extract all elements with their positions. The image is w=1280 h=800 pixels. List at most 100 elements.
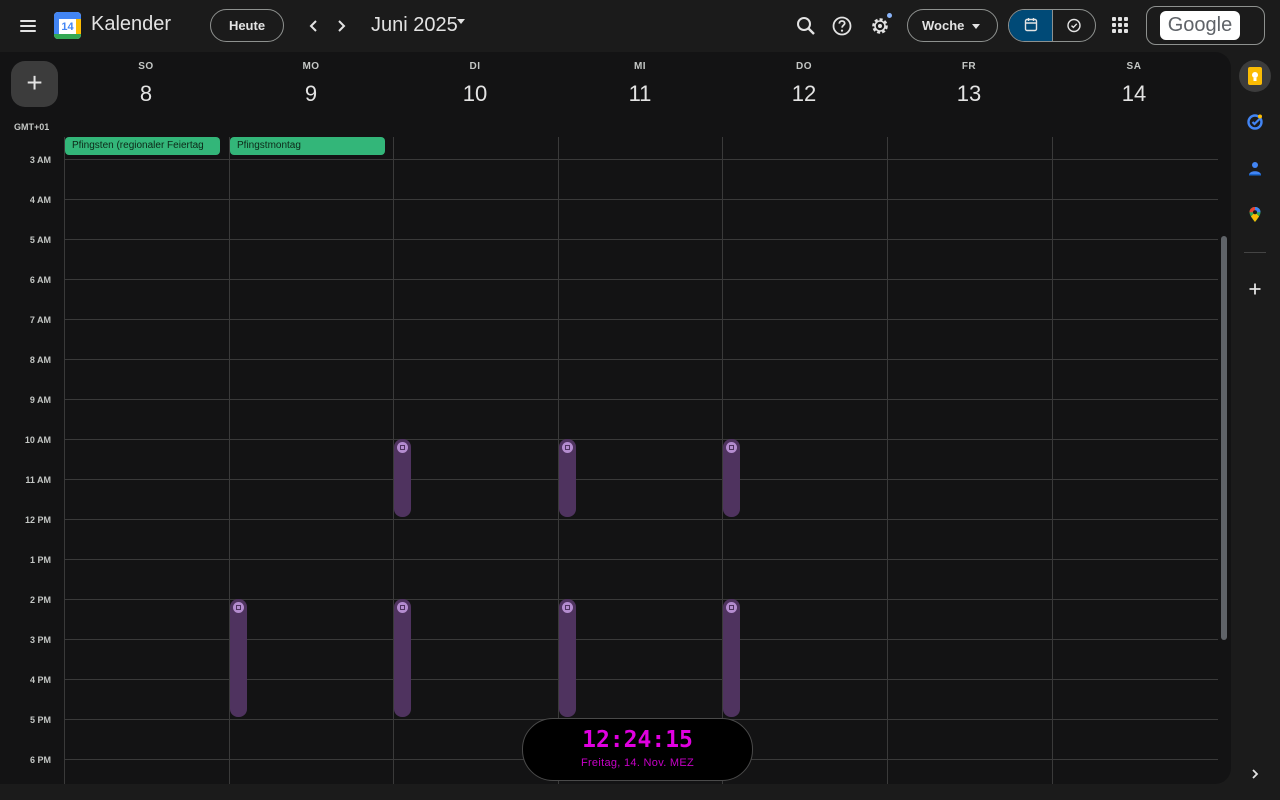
keep-icon	[1248, 67, 1262, 85]
calendar-event[interactable]	[394, 599, 411, 717]
bottom-strip	[0, 784, 1231, 800]
calendar-logo-icon: 14	[54, 12, 81, 39]
calendar-view-icon	[1024, 18, 1038, 32]
day-header[interactable]: MO 9	[229, 52, 393, 122]
hour-gridline	[64, 519, 1218, 520]
clock-time: 12:24:15	[582, 727, 693, 753]
day-header[interactable]: SO 8	[64, 52, 228, 122]
hour-gridline	[64, 359, 1218, 360]
menu-icon[interactable]	[16, 14, 40, 38]
day-column-divider	[64, 137, 65, 784]
tasks-button[interactable]	[1239, 106, 1271, 138]
hour-label: 7 AM	[29, 315, 51, 325]
contacts-button[interactable]	[1239, 153, 1271, 185]
keep-button[interactable]	[1239, 60, 1271, 92]
day-number[interactable]: 14	[1052, 81, 1216, 107]
day-number[interactable]: 12	[722, 81, 886, 107]
calendar-view-button[interactable]	[1009, 10, 1053, 41]
chevron-left-icon	[309, 20, 317, 32]
contacts-icon	[1249, 162, 1261, 176]
month-dropdown-icon[interactable]	[457, 19, 465, 24]
event-type-icon	[233, 602, 244, 613]
chevron-right-icon	[1252, 769, 1259, 779]
day-number[interactable]: 13	[887, 81, 1051, 107]
hour-label: 6 AM	[29, 275, 51, 285]
hour-label: 8 AM	[29, 355, 51, 365]
hour-gridline	[64, 399, 1218, 400]
hour-gridline	[64, 559, 1218, 560]
view-selector-button[interactable]: Woche	[907, 9, 998, 42]
day-of-week-label: FR	[961, 61, 977, 72]
apps-icon[interactable]	[1112, 17, 1128, 33]
hour-gridline	[64, 239, 1218, 240]
hour-label: 12 PM	[24, 515, 51, 525]
calendar-event[interactable]	[394, 439, 411, 517]
today-button[interactable]: Heute	[210, 9, 284, 42]
day-number[interactable]: 11	[558, 81, 722, 107]
tasks-view-icon	[1067, 18, 1081, 33]
chevron-down-icon	[972, 24, 980, 29]
view-label: Woche	[922, 18, 965, 33]
calendar-event[interactable]	[230, 599, 247, 717]
day-header[interactable]: MI 11	[558, 52, 722, 122]
calendar-event[interactable]	[723, 439, 740, 517]
hour-gridline	[64, 319, 1218, 320]
help-icon[interactable]	[830, 14, 854, 38]
hour-label: 9 AM	[29, 395, 51, 405]
calendar-event[interactable]	[559, 439, 576, 517]
grid-scrollbar[interactable]	[1221, 236, 1227, 640]
day-number[interactable]: 9	[229, 81, 393, 107]
hour-label: 1 PM	[29, 555, 51, 565]
day-of-week-label: MO	[302, 61, 320, 72]
event-type-icon	[562, 602, 573, 613]
day-of-week-label: SO	[138, 61, 154, 72]
all-day-event[interactable]: Pfingstmontag	[230, 137, 385, 155]
clock-date: Freitag, 14. Nov. MEZ	[580, 757, 695, 769]
search-icon[interactable]	[794, 14, 818, 38]
hour-gridline	[64, 199, 1218, 200]
hour-label: 2 PM	[29, 595, 51, 605]
hour-label: 6 PM	[29, 755, 51, 765]
prev-week-button[interactable]	[302, 14, 326, 38]
day-number[interactable]: 8	[64, 81, 228, 107]
event-type-icon	[726, 602, 737, 613]
create-button[interactable]: +	[11, 61, 58, 107]
day-header[interactable]: SA 14	[1052, 52, 1216, 122]
hour-label: 5 AM	[29, 235, 51, 245]
maps-icon	[1249, 207, 1261, 222]
app-title: Kalender	[91, 13, 172, 35]
add-icon	[1249, 283, 1261, 295]
month-title[interactable]: Juni 2025	[371, 14, 458, 37]
account-button[interactable]: Google	[1146, 6, 1265, 45]
all-day-event[interactable]: Pfingsten (regionaler Feiertag	[65, 137, 220, 155]
tasks-view-button[interactable]	[1053, 10, 1095, 41]
hour-label: 10 AM	[24, 435, 51, 445]
hour-label: 5 PM	[29, 715, 51, 725]
event-type-icon	[397, 602, 408, 613]
day-number[interactable]: 10	[393, 81, 557, 107]
day-of-week-label: SA	[1126, 61, 1142, 72]
calendar-event[interactable]	[559, 599, 576, 717]
expand-panel-button[interactable]	[1239, 758, 1271, 790]
hour-label: 3 AM	[29, 155, 51, 165]
event-type-icon	[726, 442, 737, 453]
hour-gridline	[64, 279, 1218, 280]
get-addons-button[interactable]	[1239, 273, 1271, 305]
calendar-panel: + SO 8 MO 9 DI 10 MI 11 DO 12 FR 13 SA 14 GMT+01 3 AM…	[0, 52, 1231, 784]
view-mode-toggle	[1008, 9, 1096, 42]
day-header[interactable]: FR 13	[887, 52, 1051, 122]
next-week-button[interactable]	[329, 14, 353, 38]
day-of-week-label: DI	[469, 61, 481, 72]
day-column-divider	[887, 137, 888, 784]
hour-label: 4 AM	[29, 195, 51, 205]
day-of-week-label: DO	[796, 61, 812, 72]
day-header[interactable]: DO 12	[722, 52, 886, 122]
event-type-icon	[397, 442, 408, 453]
day-header[interactable]: DI 10	[393, 52, 557, 122]
google-logo: Google	[1160, 11, 1240, 40]
clock-widget: 12:24:15 Freitag, 14. Nov. MEZ	[522, 718, 753, 781]
calendar-event[interactable]	[723, 599, 740, 717]
timezone-label: GMT+01	[14, 122, 50, 132]
maps-button[interactable]	[1239, 199, 1271, 231]
hour-gridline	[64, 159, 1218, 160]
